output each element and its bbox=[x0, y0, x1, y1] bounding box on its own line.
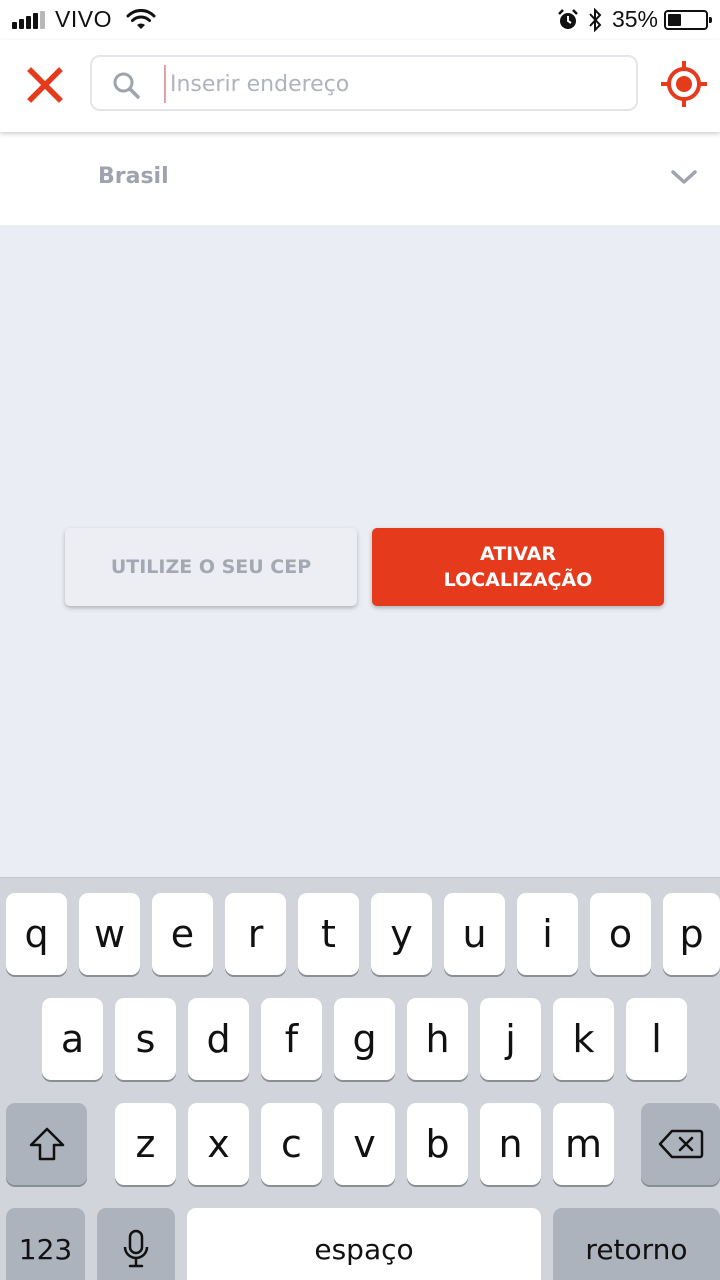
carrier-name: VIVO bbox=[55, 6, 112, 32]
key-f[interactable]: f bbox=[261, 998, 322, 1080]
key-s[interactable]: s bbox=[115, 998, 176, 1080]
bluetooth-icon bbox=[589, 7, 602, 32]
key-x[interactable]: x bbox=[188, 1103, 249, 1185]
key-h[interactable]: h bbox=[407, 998, 468, 1080]
use-cep-button-label: UTILIZE O SEU CEP bbox=[110, 556, 312, 578]
activate-location-label-line2: LOCALIZAÇÃO bbox=[443, 569, 593, 591]
key-p[interactable]: p bbox=[663, 893, 720, 975]
key-o[interactable]: o bbox=[590, 893, 651, 975]
key-b[interactable]: b bbox=[407, 1103, 468, 1185]
key-z[interactable]: z bbox=[115, 1103, 176, 1185]
shift-key[interactable] bbox=[6, 1103, 87, 1185]
key-e[interactable]: e bbox=[152, 893, 213, 975]
chevron-down-icon bbox=[671, 170, 697, 184]
microphone-key[interactable] bbox=[97, 1208, 175, 1280]
microphone-icon bbox=[123, 1229, 149, 1268]
key-n[interactable]: n bbox=[480, 1103, 541, 1185]
close-icon[interactable] bbox=[24, 64, 66, 106]
search-icon bbox=[113, 72, 140, 99]
search-header bbox=[0, 40, 720, 132]
key-l[interactable]: l bbox=[626, 998, 687, 1080]
key-y[interactable]: y bbox=[371, 893, 432, 975]
delete-icon bbox=[658, 1129, 703, 1159]
key-j[interactable]: j bbox=[480, 998, 541, 1080]
key-c[interactable]: c bbox=[261, 1103, 322, 1185]
key-t[interactable]: t bbox=[298, 893, 359, 975]
crosshair-icon[interactable] bbox=[660, 60, 708, 108]
activate-location-label-line1: ATIVAR bbox=[479, 543, 556, 565]
delete-key[interactable] bbox=[641, 1103, 720, 1185]
alarm-icon bbox=[558, 8, 578, 29]
key-v[interactable]: v bbox=[334, 1103, 395, 1185]
country-selector[interactable]: Brasil bbox=[0, 132, 720, 225]
key-r[interactable]: r bbox=[225, 893, 286, 975]
key-m[interactable]: m bbox=[553, 1103, 614, 1185]
key-w[interactable]: w bbox=[79, 893, 140, 975]
key-d[interactable]: d bbox=[188, 998, 249, 1080]
battery-percent: 35% bbox=[611, 6, 658, 32]
country-label: Brasil bbox=[98, 164, 169, 189]
key-g[interactable]: g bbox=[334, 998, 395, 1080]
numbers-key[interactable]: 123 bbox=[6, 1208, 85, 1280]
status-bar: VIVO 35% bbox=[0, 0, 720, 40]
address-search-input[interactable] bbox=[164, 65, 624, 103]
key-a[interactable]: a bbox=[42, 998, 103, 1080]
wifi-icon bbox=[126, 8, 156, 29]
return-key[interactable]: retorno bbox=[553, 1208, 720, 1280]
key-q[interactable]: q bbox=[6, 893, 67, 975]
battery-icon bbox=[664, 9, 712, 30]
key-k[interactable]: k bbox=[553, 998, 614, 1080]
search-box[interactable] bbox=[90, 55, 638, 111]
space-key[interactable]: espaço bbox=[187, 1208, 541, 1280]
keyboard: q w e r t y u i o p a s d f g h j k l z … bbox=[0, 877, 720, 1280]
activate-location-button[interactable]: ATIVAR LOCALIZAÇÃO bbox=[372, 528, 664, 606]
shift-icon bbox=[29, 1127, 64, 1161]
battery-level bbox=[668, 13, 681, 26]
use-cep-button[interactable]: UTILIZE O SEU CEP bbox=[65, 528, 357, 606]
signal-icon bbox=[12, 10, 47, 29]
key-i[interactable]: i bbox=[517, 893, 578, 975]
key-u[interactable]: u bbox=[444, 893, 505, 975]
